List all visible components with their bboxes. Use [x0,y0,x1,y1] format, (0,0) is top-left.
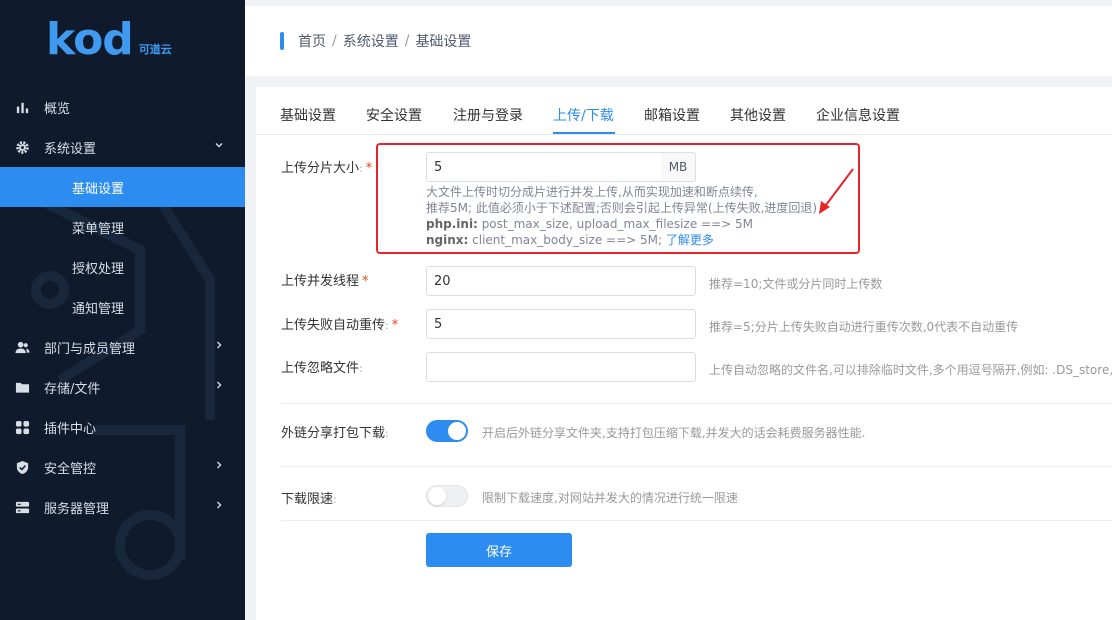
toggle-knob [428,487,446,505]
breadcrumb: 首页 / 系统设置 / 基础设置 [298,31,471,51]
users-icon [0,340,44,355]
settings-panel: 基础设置 安全设置 注册与登录 上传/下载 邮箱设置 其他设置 企业信息设置 上… [256,87,1112,620]
sidebar-item-label: 概览 [44,101,71,117]
share-zip-toggle[interactable] [426,420,468,442]
header: 首页 / 系统设置 / 基础设置 [245,6,1112,76]
sidebar-item-security-control[interactable]: 安全管控 [0,447,245,487]
bar-chart-icon [0,100,44,115]
sidebar: kod 可道云 概览 系统设置 基础设置 菜单管理 授权处理 通知管理 部门与成… [0,0,245,620]
sidebar-item-label: 基础设置 [72,181,125,197]
breadcrumb-current: 基础设置 [415,34,472,50]
breadcrumb-indicator [280,32,284,50]
sidebar-menu: 概览 系统设置 基础设置 菜单管理 授权处理 通知管理 部门与成员管理 存储/文… [0,87,245,527]
tab-enterprise-info[interactable]: 企业信息设置 [816,105,900,125]
gear-icon [0,140,44,155]
tab-upload-download[interactable]: 上传/下载 [553,105,614,125]
logo-subtitle: 可道云 [138,43,172,56]
shield-icon [0,260,48,275]
shield-check-icon [0,460,44,475]
divider [281,466,1112,467]
grid-icon [0,420,44,435]
save-button[interactable]: 保存 [426,533,572,567]
speed-limit-toggle[interactable] [426,485,468,507]
active-tab-indicator [553,132,615,134]
threads-label: 上传并发线程 * [281,274,369,289]
sidebar-item-label: 菜单管理 [72,221,125,237]
tab-register-login[interactable]: 注册与登录 [453,105,523,125]
annotation-arrow-icon [819,168,854,214]
chunk-size-label: 上传分片大小: * [281,161,373,176]
toggle-knob [448,422,466,440]
tab-other-settings[interactable]: 其他设置 [730,105,786,125]
divider [281,520,1112,521]
sidebar-item-departments-members[interactable]: 部门与成员管理 [0,327,245,367]
threads-input[interactable]: 20 [426,266,696,296]
server-icon [0,500,44,515]
tab-security-settings[interactable]: 安全设置 [366,105,422,125]
bell-icon [0,300,48,315]
ignore-files-label: 上传忽略文件: [281,361,363,376]
menu-lines-icon [0,220,48,235]
settings-tabs: 基础设置 安全设置 注册与登录 上传/下载 邮箱设置 其他设置 企业信息设置 [256,87,1112,135]
chevron-right-icon [217,341,222,349]
sidebar-item-label: 插件中心 [44,421,97,437]
sidebar-item-storage-files[interactable]: 存储/文件 [0,367,245,407]
retry-label: 上传失败自动重传: * [281,318,399,333]
chevron-right-icon [217,501,222,509]
chevron-down-icon [215,143,223,148]
tab-basic-settings[interactable]: 基础设置 [280,105,336,125]
folder-icon [0,380,44,395]
logo-mark: kod [46,14,134,65]
breadcrumb-separator: / [404,33,410,49]
chevron-right-icon [217,381,222,389]
breadcrumb-home[interactable]: 首页 [298,31,326,51]
annotation-highlight-box [376,143,860,254]
share-zip-hint: 开启后外链分享文件夹,支持打包压缩下载,并发大的话会耗费服务器性能. [482,426,866,440]
breadcrumb-separator: / [332,33,337,49]
threads-hint: 推荐=10;文件或分片同时上传数 [709,277,883,291]
ignore-files-input[interactable] [426,352,696,382]
logo[interactable]: kod 可道云 [0,0,245,80]
sidebar-item-system-settings[interactable]: 系统设置 [0,127,245,167]
ignore-files-hint: 上传自动忽略的文件名,可以排除临时文件,多个用逗号隔开,例如: .DS_stor… [709,363,1112,377]
sidebar-item-menu-management[interactable]: 菜单管理 [0,207,245,247]
sidebar-item-overview[interactable]: 概览 [0,87,245,127]
sidebar-item-basic-settings[interactable]: 基础设置 [0,167,245,207]
tab-email-settings[interactable]: 邮箱设置 [644,105,700,125]
divider [281,403,1112,404]
sliders-icon [0,180,48,195]
sidebar-item-label: 通知管理 [72,301,125,317]
speed-limit-label: 下载限速: [281,492,337,507]
sidebar-item-label: 授权处理 [72,261,125,277]
sidebar-item-notifications[interactable]: 通知管理 [0,287,245,327]
retry-input[interactable]: 5 [426,309,696,339]
sidebar-item-plugin-center[interactable]: 插件中心 [0,407,245,447]
breadcrumb-system-settings[interactable]: 系统设置 [343,31,399,51]
retry-hint: 推荐=5;分片上传失败自动进行重传次数,0代表不自动重传 [709,320,1019,334]
speed-limit-hint: 限制下载速度,对网站并发大的情况进行统一限速 [482,491,738,505]
share-zip-label: 外链分享打包下载: [281,426,389,441]
sidebar-item-authorization[interactable]: 授权处理 [0,247,245,287]
chevron-right-icon [217,461,222,469]
sidebar-item-server-management[interactable]: 服务器管理 [0,487,245,527]
